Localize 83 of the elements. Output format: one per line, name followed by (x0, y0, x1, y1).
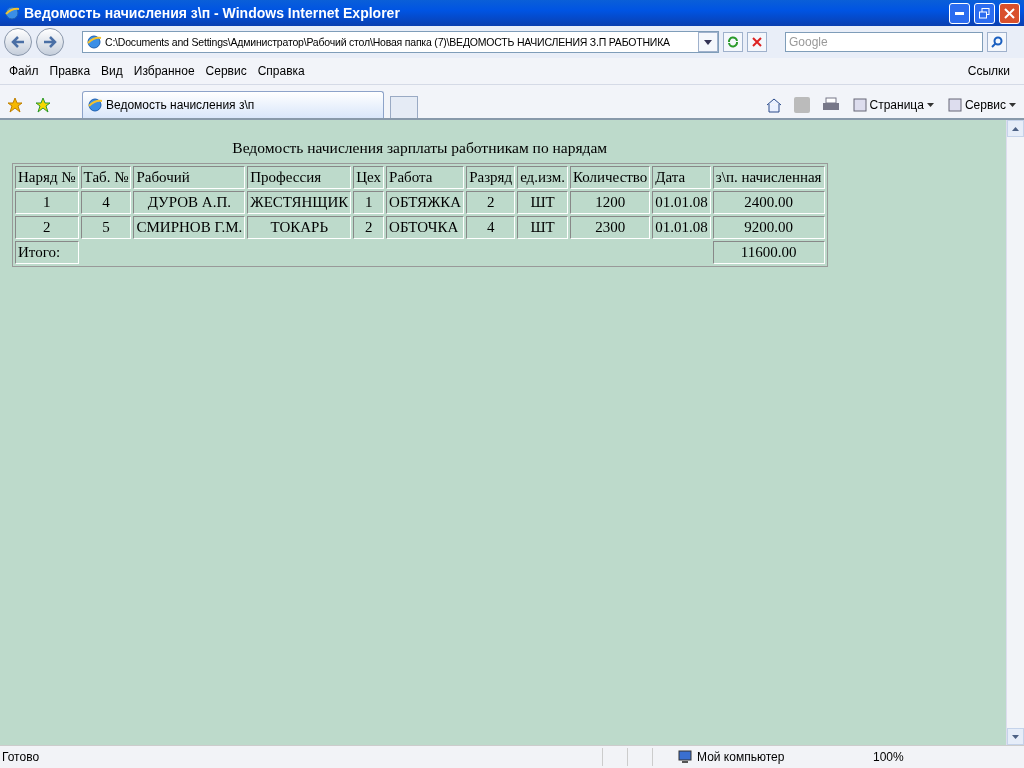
column-header: з\п. начисленная (712, 166, 825, 189)
column-header: Цех (353, 166, 385, 189)
table-cell: ОБТОЧКА (386, 216, 465, 239)
globe-icon (4, 5, 20, 21)
menu-item[interactable]: Вид (98, 64, 131, 78)
table-cell: 1 (353, 191, 385, 214)
column-header: Рабочий (133, 166, 246, 189)
table-cell: 2 (466, 191, 516, 214)
menu-item[interactable]: Правка (46, 64, 99, 78)
table-cell: 1 (15, 191, 79, 214)
zone-text: Мой компьютер (697, 750, 786, 764)
column-header: Профессия (247, 166, 352, 189)
restore-button[interactable] (974, 2, 995, 24)
table-cell: 9200.00 (712, 216, 825, 239)
scrollbar[interactable] (1006, 120, 1024, 745)
computer-icon (677, 750, 693, 764)
caret-icon (926, 103, 934, 107)
minimize-icon (955, 11, 964, 15)
table-cell: ДУРОВ А.П. (133, 191, 246, 214)
search-button[interactable] (987, 32, 1007, 52)
table-cell: 2300 (570, 216, 651, 239)
minimize-button[interactable] (949, 2, 970, 24)
table-cell: ШТ (517, 191, 568, 214)
search-icon (991, 36, 1003, 48)
table-cell: 2400.00 (712, 191, 825, 214)
column-header: Таб. № (80, 166, 132, 189)
menu-item[interactable]: Избранное (130, 64, 203, 78)
command-menu[interactable]: Страница (848, 92, 938, 118)
stop-button[interactable] (747, 32, 767, 52)
table-cell: ШТ (517, 216, 568, 239)
column-header: ед.изм. (517, 166, 568, 189)
table-cell: ТОКАРЬ (247, 216, 352, 239)
table-cell: 5 (80, 216, 132, 239)
close-button[interactable] (999, 2, 1020, 24)
forward-button[interactable] (36, 28, 64, 56)
globe-icon (87, 97, 103, 113)
window-title: Ведомость начисления з\п - Windows Internet Explorer (24, 5, 401, 21)
page-icon (852, 98, 867, 112)
column-header: Дата (652, 166, 711, 189)
menu-item[interactable]: Файл (6, 64, 47, 78)
back-button[interactable] (4, 28, 32, 56)
back-arrow-icon (11, 36, 25, 48)
table-cell: 01.01.08 (652, 216, 711, 239)
search-field[interactable]: Google (785, 32, 983, 52)
menu-item[interactable]: Сервис (202, 64, 255, 78)
table-cell: 1200 (570, 191, 651, 214)
stop-icon (752, 37, 762, 47)
column-header: Работа (386, 166, 465, 189)
up-arrow-icon (1012, 127, 1019, 131)
browser-tab[interactable]: Ведомость начисления з\п (82, 91, 384, 118)
table-cell: 4 (466, 216, 516, 239)
total-value: 11600.00 (712, 241, 825, 264)
globe-icon (86, 34, 102, 50)
restore-icon (979, 7, 990, 19)
column-header: Количество (570, 166, 651, 189)
scroll-down-button[interactable] (1007, 728, 1024, 745)
table-cell: 4 (80, 191, 132, 214)
table-cell: СМИРНОВ Г.М. (133, 216, 246, 239)
address-field[interactable]: C:\Documents and Settings\Администратор\Рабочий стол\Новая папка (7)\ВЕДОМОСТЬ НАЧИСЛЕНИЯ З.П РАБОТНИКА (82, 31, 719, 53)
total-label: Итого: (15, 241, 79, 264)
caret-icon (704, 39, 712, 45)
refresh-icon (727, 36, 739, 48)
report-title: Ведомость начисления зарплаты работникам по нарядам (232, 139, 608, 157)
page-icon (947, 98, 962, 112)
command-menu[interactable]: Сервис (943, 92, 1020, 118)
forward-arrow-icon (43, 36, 57, 48)
table-cell: ОБТЯЖКА (386, 191, 465, 214)
table-cell: 01.01.08 (652, 191, 711, 214)
down-arrow-icon (1012, 735, 1019, 739)
status-text: Готово (1, 750, 41, 764)
scroll-up-button[interactable] (1007, 120, 1024, 137)
column-header: Разряд (466, 166, 516, 189)
column-header: Наряд № (15, 166, 79, 189)
table-cell: 2 (353, 216, 385, 239)
table-cell: ЖЕСТЯНЩИК (247, 191, 352, 214)
close-icon (1004, 7, 1015, 19)
zoom-button[interactable]: 100% (867, 749, 910, 765)
caret-icon (1009, 103, 1016, 107)
dropdown-button[interactable] (698, 32, 718, 52)
links-menu[interactable]: Ссылки (964, 64, 1018, 78)
menu-item[interactable]: Справка (254, 64, 313, 78)
table-cell: 2 (15, 216, 79, 239)
refresh-button[interactable] (723, 32, 743, 52)
